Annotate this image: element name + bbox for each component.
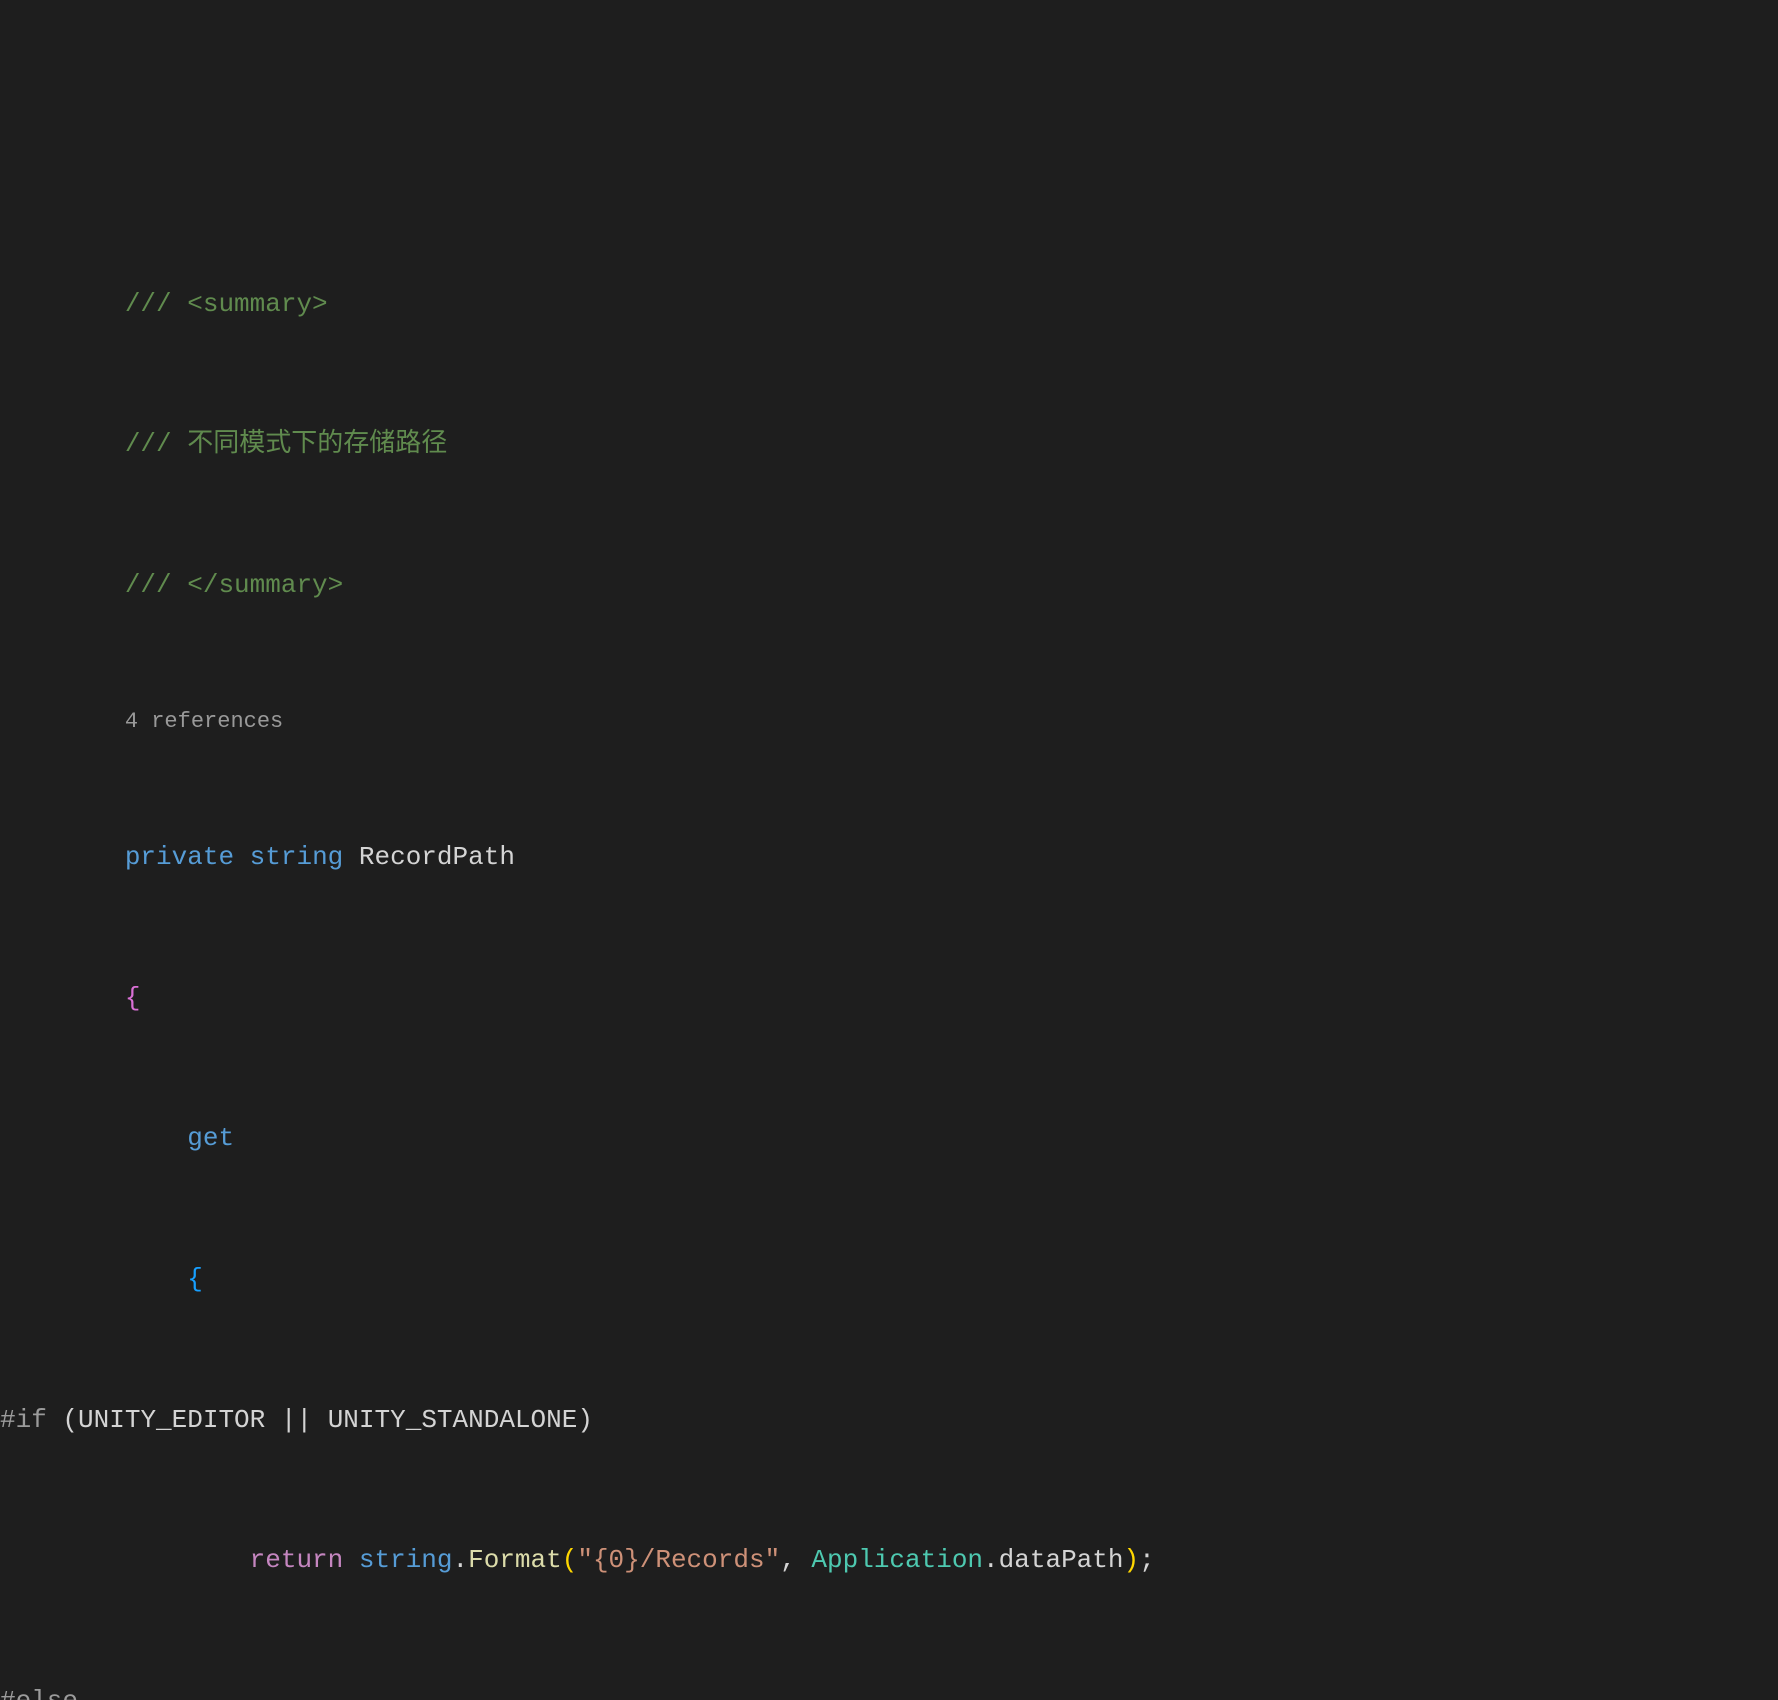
doc-comment-summary-open: /// <summary> xyxy=(125,281,328,328)
keyword-get: get xyxy=(187,1115,234,1162)
code-line[interactable]: { xyxy=(0,975,1778,1022)
code-line[interactable]: { xyxy=(0,1256,1778,1303)
code-line[interactable]: #else xyxy=(0,1678,1778,1700)
property-name: RecordPath xyxy=(359,834,515,881)
string-literal: "{0}/Records" xyxy=(577,1537,780,1584)
paren-close: ) xyxy=(577,1397,593,1444)
keyword-private: private xyxy=(125,834,234,881)
brace-open: { xyxy=(125,975,141,1022)
method-format: Format xyxy=(468,1537,562,1584)
type-string: string xyxy=(359,1537,453,1584)
keyword-return: return xyxy=(250,1537,344,1584)
semicolon: ; xyxy=(1139,1537,1155,1584)
code-line[interactable]: private string RecordPath xyxy=(0,834,1778,881)
keyword-string: string xyxy=(250,834,344,881)
code-line[interactable]: #if (UNITY_EDITOR || UNITY_STANDALONE) xyxy=(0,1397,1778,1444)
brace-open-inner: { xyxy=(187,1256,203,1303)
dot: . xyxy=(983,1537,999,1584)
code-line[interactable]: get xyxy=(0,1115,1778,1162)
code-line[interactable]: /// </summary> xyxy=(0,562,1778,609)
preprocessor-else: #else xyxy=(0,1678,78,1700)
class-application: Application xyxy=(811,1537,983,1584)
comma: , xyxy=(780,1537,796,1584)
codelens-line: 4 references xyxy=(0,703,1778,741)
preprocessor-symbol: UNITY_EDITOR xyxy=(78,1397,265,1444)
property-datapath: dataPath xyxy=(999,1537,1124,1584)
paren-open: ( xyxy=(62,1397,78,1444)
code-line[interactable]: return string.Format("{0}/Records", Appl… xyxy=(0,1537,1778,1584)
code-editor[interactable]: /// <summary> /// 不同模式下的存储路径 /// </summa… xyxy=(0,187,1778,1700)
code-line[interactable]: /// <summary> xyxy=(0,281,1778,328)
doc-comment-summary-close: /// </summary> xyxy=(125,562,343,609)
preprocessor-symbol: UNITY_STANDALONE xyxy=(328,1397,578,1444)
code-line[interactable]: /// 不同模式下的存储路径 xyxy=(0,421,1778,468)
preprocessor-if: #if xyxy=(0,1397,47,1444)
paren-open: ( xyxy=(562,1537,578,1584)
paren-close: ) xyxy=(1123,1537,1139,1584)
doc-comment-text: /// 不同模式下的存储路径 xyxy=(125,421,447,468)
dot: . xyxy=(453,1537,469,1584)
codelens-references[interactable]: 4 references xyxy=(125,702,283,742)
operator-or: || xyxy=(281,1397,312,1444)
